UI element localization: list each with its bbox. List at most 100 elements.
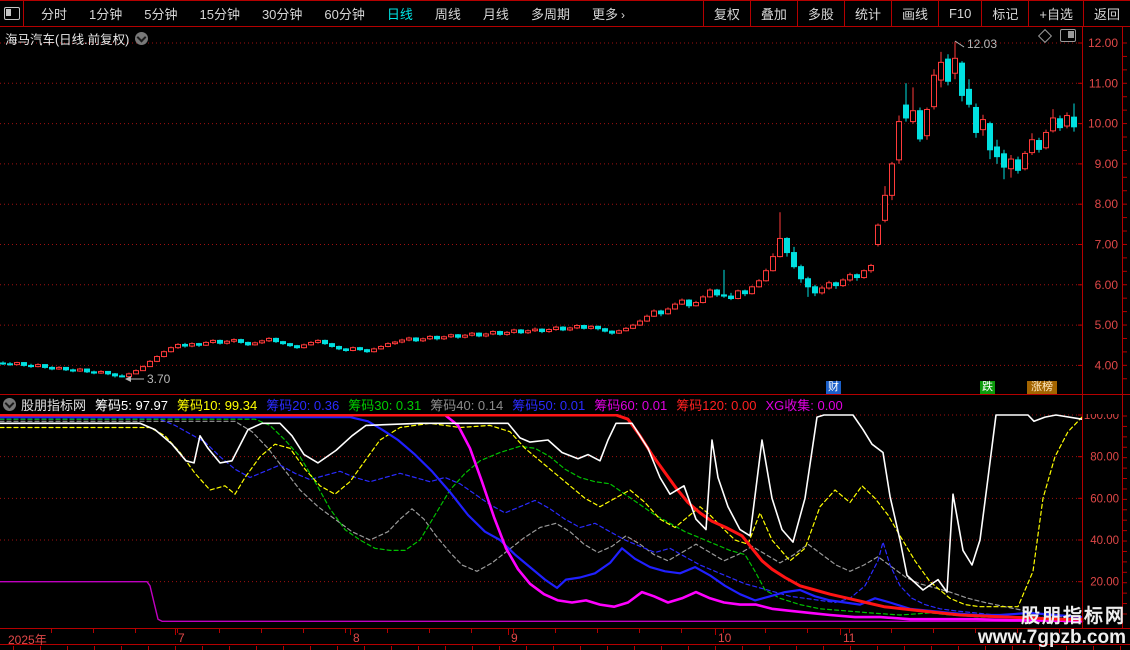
price-annotation: 12.03 [967,37,997,51]
minor-tick [597,629,598,633]
minor-tick [513,629,514,633]
minor-tick [387,629,388,633]
toolbar-button-标记[interactable]: 标记 [981,1,1028,26]
badge-财[interactable]: 财 [826,381,841,394]
strip-tick [13,646,14,650]
indicator-line-筹码50 [0,419,1082,619]
toolbar-button-叠加[interactable]: 叠加 [750,1,797,26]
strip-tick [94,646,95,650]
sidebar-toggle-button[interactable] [0,1,24,26]
minor-tick [471,629,472,633]
tab-日线[interactable]: 日线 [376,4,424,23]
tab-分时[interactable]: 分时 [30,4,78,23]
strip-tick [337,646,338,650]
strip-tick [769,646,770,650]
toolbar-button-多股[interactable]: 多股 [797,1,844,26]
strip-tick [67,646,68,650]
minor-tick [429,629,430,633]
strip-tick [607,646,608,650]
tab-月线[interactable]: 月线 [472,4,520,23]
tab-周线[interactable]: 周线 [424,4,472,23]
minor-tick [681,629,682,633]
indicator-line-筹码30 [0,419,1082,619]
tab-多周期[interactable]: 多周期 [520,4,581,23]
indicator-line-筹码60 [0,415,1082,621]
strip-tick [634,646,635,650]
month-label: 10 [718,631,731,645]
strip-tick [418,646,419,650]
tab-更多[interactable]: 更多› [581,4,636,23]
watermark: 股朋指标网 www.7gpzb.com [978,606,1126,648]
indicator-value-筹码10: 筹码10: 99.34 [177,398,257,413]
trading-app-window: 分时1分钟5分钟15分钟30分钟60分钟日线周线月线多周期更多› 复权叠加多股统… [0,0,1130,650]
strip-tick [580,646,581,650]
price-axis-label: 5.00 [1095,318,1119,332]
month-tick [175,629,176,635]
indicator-value-筹码5: 筹码5: 97.97 [95,398,168,413]
title-chevron-down-icon[interactable] [135,32,148,45]
indicator-value-筹码60: 筹码60: 0.01 [594,398,667,413]
price-axis-label: 4.00 [1095,358,1119,372]
tab-5分钟[interactable]: 5分钟 [133,4,188,23]
indicator-chart[interactable]: 20.0040.0060.0080.00100.00 [0,414,1130,628]
watermark-title: 股朋指标网 [978,606,1126,627]
toolbar-button-+自选[interactable]: +自选 [1028,1,1083,26]
tab-1分钟[interactable]: 1分钟 [78,4,133,23]
right-edge-line [1122,27,1123,645]
strip-tick [364,646,365,650]
toolbar-button-画线[interactable]: 画线 [891,1,938,26]
month-tick [350,629,351,635]
tab-60分钟[interactable]: 60分钟 [313,4,375,23]
price-axis-label: 11.00 [1089,76,1118,90]
minor-tick [177,629,178,633]
page-title: 海马汽车(日线.前复权) [5,29,129,48]
indicator-value-筹码30: 筹码30: 0.31 [348,398,421,413]
minor-tick [219,629,220,633]
strip-tick [256,646,257,650]
candlestick-chart[interactable]: 4.005.006.007.008.009.0010.0011.0012.003… [0,27,1130,395]
month-label: 7 [178,631,185,645]
minor-tick [135,629,136,633]
strip-tick [742,646,743,650]
strip-tick [553,646,554,650]
toolbar-button-F10[interactable]: F10 [938,1,981,26]
price-axis-label: 9.00 [1095,157,1119,171]
month-label: 9 [511,631,518,645]
toolbar-button-统计[interactable]: 统计 [844,1,891,26]
indicator-line-筹码120 [0,415,1082,619]
minor-tick [975,629,976,633]
tab-15分钟[interactable]: 15分钟 [188,4,250,23]
indicator-legend: 筹码5: 97.97筹码10: 99.34筹码20: 0.36筹码30: 0.3… [95,395,852,414]
strip-tick [904,646,905,650]
strip-tick [877,646,878,650]
top-toolbar: 分时1分钟5分钟15分钟30分钟60分钟日线周线月线多周期更多› 复权叠加多股统… [0,0,1130,27]
month-label: 11 [843,631,855,645]
date-axis: 2025年 7891011 [0,628,1130,645]
indicator-axis-label: 80.00 [1090,452,1119,464]
indicator-value-筹码40: 筹码40: 0.14 [430,398,503,413]
badge-涨榜[interactable]: 涨榜 [1027,381,1057,394]
chevron-right-icon: › [621,8,625,22]
strip-tick [229,646,230,650]
strip-tick [40,646,41,650]
toolbar-button-复权[interactable]: 复权 [703,1,750,26]
minor-tick [765,629,766,633]
strip-tick [715,646,716,650]
indicator-value-XG收集: XG收集: 0.00 [765,398,842,413]
toolbar-button-返回[interactable]: 返回 [1083,1,1130,26]
indicator-header: 股朋指标网 筹码5: 97.97筹码10: 99.34筹码20: 0.36筹码3… [0,395,1083,414]
tab-30分钟[interactable]: 30分钟 [251,4,313,23]
panel-layout-icon[interactable] [1060,29,1076,42]
period-tabs: 分时1分钟5分钟15分钟30分钟60分钟日线周线月线多周期更多› [30,1,636,26]
indicator-chevron-down-icon[interactable] [3,398,16,411]
strip-tick [121,646,122,650]
strip-tick [796,646,797,650]
strip-tick [310,646,311,650]
minor-tick [555,629,556,633]
badge-跌[interactable]: 跌 [980,381,995,394]
minor-tick [849,629,850,633]
month-label: 8 [353,631,360,645]
indicator-line-筹码10 [0,417,1082,607]
price-axis-label: 10.00 [1088,117,1118,131]
price-annotation: 3.70 [147,372,171,386]
